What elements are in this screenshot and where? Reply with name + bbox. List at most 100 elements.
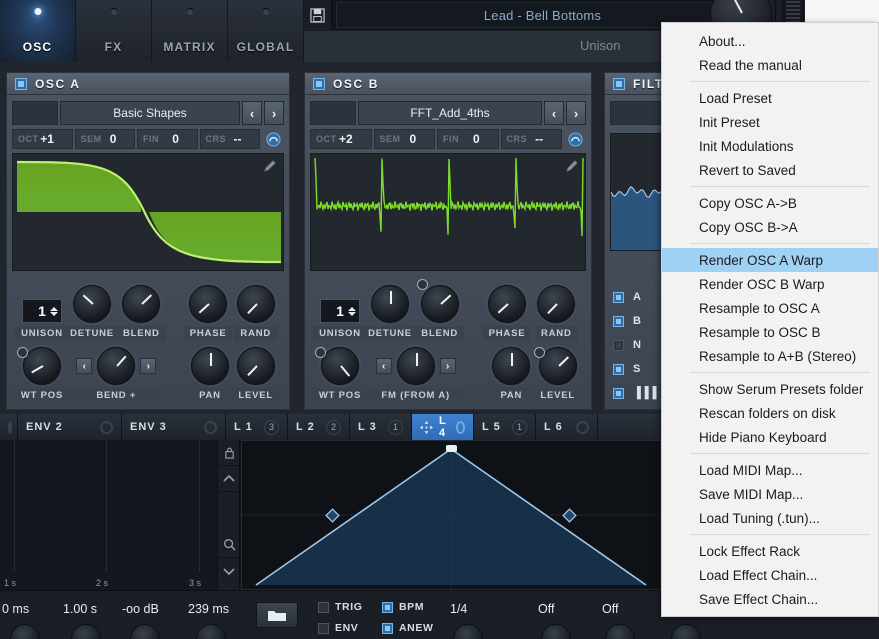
osc-a-pan[interactable]: PAN [188,345,233,403]
envelope-editor[interactable]: 1 s 2 s 3 s [0,440,240,590]
route-checkbox[interactable] [613,339,624,351]
osc-phase-reset-icon[interactable] [262,129,284,149]
menu-item-load-preset[interactable]: Load Preset [662,86,878,110]
knob[interactable] [485,283,528,325]
osc-b-blend[interactable]: BLEND [415,279,465,341]
unison-stepper[interactable]: 1 [320,299,360,323]
menu-item-load-effect-chain[interactable]: Load Effect Chain... [662,563,878,587]
osc-b-wt-prev-button[interactable]: ‹ [544,101,564,125]
unison-stepper[interactable]: 1 [22,299,62,323]
env-tab-l4[interactable]: L 4 [412,414,474,440]
bend-prev-button[interactable]: ‹ [76,358,93,374]
menu-item-load-midi-map[interactable]: Load MIDI Map... [662,458,878,482]
env-tab-l5[interactable]: L 5 1 [474,414,536,440]
osc-a-unison[interactable]: 1 UNISON [15,299,69,341]
menu-item-read-the-manual[interactable]: Read the manual [662,53,878,77]
menu-item-resample-to-osc-b[interactable]: Resample to OSC B [662,320,878,344]
folder-icon[interactable] [256,602,298,628]
chevron-down-icon[interactable] [218,558,240,584]
lfo-rate-knob[interactable] [671,624,701,639]
osc-a-param-sem[interactable]: SEM 0 [74,129,135,149]
main-tab-osc[interactable]: OSC [0,0,76,62]
env-readout-knob[interactable] [130,624,160,639]
menu-item-rescan-folders-on-disk[interactable]: Rescan folders on disk [662,401,878,425]
lock-icon[interactable] [218,440,240,466]
osc-a-wavetable-name[interactable]: Basic Shapes [60,101,240,125]
knob[interactable] [71,283,113,325]
osc-b-fm-from-a[interactable]: ‹ › FM (FROM A) [365,345,466,403]
osc-b-unison[interactable]: 1 UNISON [313,299,367,341]
lfo-rate-knob[interactable] [453,624,483,639]
knob[interactable] [95,345,138,387]
osc-b-wt-pos[interactable]: WT POS [312,345,368,403]
filter-route-a[interactable]: A [613,285,656,309]
lfo-rate-knob[interactable] [605,624,635,639]
osc-a-detune[interactable]: DETUNE [64,283,120,341]
osc-a-param-fin[interactable]: FIN 0 [137,129,198,149]
env-readout-knob[interactable] [71,624,101,639]
pencil-icon[interactable] [564,158,580,174]
mod-source-ring[interactable] [17,347,28,358]
mod-source-ring[interactable] [315,347,326,358]
osc-b-phase[interactable]: PHASE [482,283,532,341]
floppy-disk-icon[interactable] [304,0,332,30]
knob[interactable] [21,345,63,387]
menu-item-about[interactable]: About... [662,29,878,53]
filter-route-▐▐▐[interactable]: ▐▐▐ [613,381,656,405]
osc-b-param-crs[interactable]: CRS -- [500,129,562,149]
magnifier-icon[interactable] [218,532,240,558]
main-tab-fx[interactable]: FX [76,0,152,62]
menu-item-resample-to-osc-a[interactable]: Resample to OSC A [662,296,878,320]
env-tab-l3[interactable]: L 3 1 [350,414,412,440]
knob[interactable] [369,283,411,325]
menu-item-resample-to-a-b-stereo[interactable]: Resample to A+B (Stereo) [662,344,878,368]
menu-item-init-modulations[interactable]: Init Modulations [662,134,878,158]
menu-item-render-osc-a-warp[interactable]: Render OSC A Warp [662,248,878,272]
menu-item-hide-piano-keyboard[interactable]: Hide Piano Keyboard [662,425,878,449]
chevron-up-icon[interactable] [218,466,240,492]
menu-item-load-tuning-tun[interactable]: Load Tuning (.tun)... [662,506,878,530]
lfo-mode-env[interactable]: ENV [318,622,358,634]
osc-a-waveform-display[interactable] [12,153,284,271]
osc-b-wt-menu-button[interactable] [310,101,356,125]
lfo-mode-trig[interactable]: TRIG [318,601,362,613]
env-readout-knob[interactable] [10,624,40,639]
osc-a-param-oct[interactable]: OCT +1 [12,129,73,149]
osc-b-pan[interactable]: PAN [488,345,534,403]
knob[interactable] [418,283,461,325]
osc-a-param-crs[interactable]: CRS -- [199,129,260,149]
osc-a-rand[interactable]: RAND [232,283,279,341]
osc-b-waveform-display[interactable] [310,153,586,271]
knob[interactable] [187,283,230,325]
knob[interactable] [188,345,231,387]
osc-a-level[interactable]: LEVEL [232,345,279,403]
osc-a-phase[interactable]: PHASE [183,283,233,341]
osc-a-wt-menu-button[interactable] [12,101,58,125]
knob[interactable] [319,345,361,387]
filter-route-b[interactable]: B [613,309,656,333]
checkbox[interactable] [382,622,393,634]
env-tab-l1[interactable]: L 1 3 [226,414,288,440]
bend-prev-button[interactable]: ‹ [375,358,392,374]
env-tab-l6[interactable]: L 6 [536,414,598,440]
filter-route-n[interactable]: N [613,333,656,357]
env-readout-knob[interactable] [196,624,226,639]
osc-a-wt-pos[interactable]: WT POS [14,345,70,403]
knob[interactable] [535,283,578,325]
menu-item-lock-effect-rack[interactable]: Lock Effect Rack [662,539,878,563]
filter-enable-checkbox[interactable] [613,77,625,90]
stepper-arrows[interactable] [348,306,356,316]
menu-item-copy-osc-a-b[interactable]: Copy OSC A->B [662,191,878,215]
osc-a-enable-checkbox[interactable] [15,77,27,90]
bend-next-button[interactable]: › [439,358,456,374]
lfo-mode-anew[interactable]: ANEW [382,622,433,634]
osc-a-bend[interactable]: ‹ › BEND + [67,345,166,403]
osc-b-level[interactable]: LEVEL [534,345,581,403]
knob[interactable] [234,345,277,387]
main-tab-global[interactable]: GLOBAL [228,0,304,62]
filter-route-s[interactable]: S [613,357,656,381]
env-tab-l2[interactable]: L 2 2 [288,414,350,440]
knob[interactable] [394,345,437,387]
menu-item-init-preset[interactable]: Init Preset [662,110,878,134]
env-ring-icon[interactable] [204,420,217,434]
